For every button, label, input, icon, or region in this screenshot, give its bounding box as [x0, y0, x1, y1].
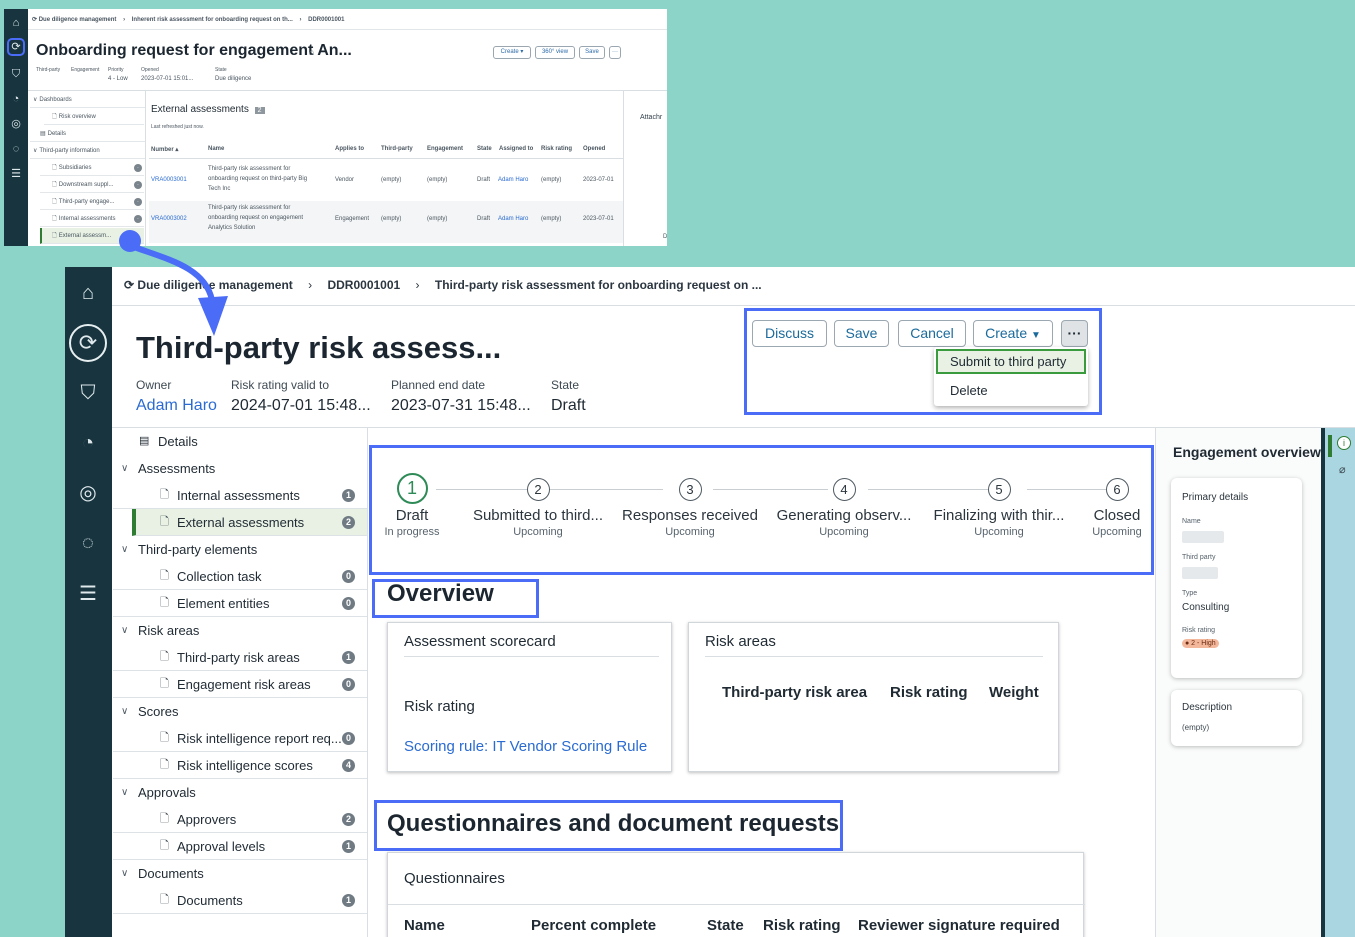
arrow-head: [198, 296, 228, 336]
arrow-curve: [131, 244, 215, 303]
connector-arrow: [119, 230, 228, 336]
